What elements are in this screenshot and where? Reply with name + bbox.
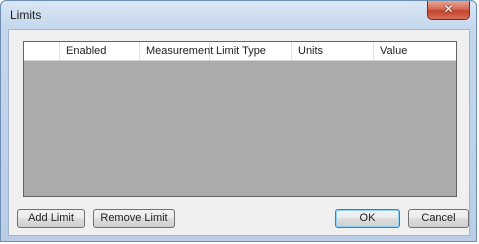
limits-grid[interactable]: Enabled Measurement Limit Type Units Val… bbox=[23, 41, 457, 197]
dialog-body: Enabled Measurement Limit Type Units Val… bbox=[8, 29, 470, 236]
column-header-enabled[interactable]: Enabled bbox=[60, 42, 140, 60]
row-header-column[interactable] bbox=[24, 42, 60, 60]
add-limit-button[interactable]: Add Limit bbox=[17, 209, 85, 228]
ok-button[interactable]: OK bbox=[335, 209, 400, 228]
remove-limit-button[interactable]: Remove Limit bbox=[93, 209, 175, 228]
column-header-limit-type[interactable]: Limit Type bbox=[210, 42, 292, 60]
column-header-units[interactable]: Units bbox=[292, 42, 374, 60]
title-bar[interactable]: Limits ✕ bbox=[1, 1, 476, 29]
cancel-button[interactable]: Cancel bbox=[408, 209, 469, 228]
dialog-title: Limits bbox=[10, 8, 42, 22]
limits-dialog: Limits ✕ Enabled Measurement Limit Type … bbox=[0, 0, 477, 242]
close-button[interactable]: ✕ bbox=[427, 1, 470, 20]
column-header-value[interactable]: Value bbox=[374, 42, 456, 60]
close-icon: ✕ bbox=[443, 2, 454, 16]
grid-header: Enabled Measurement Limit Type Units Val… bbox=[24, 42, 456, 61]
column-header-measurement[interactable]: Measurement bbox=[140, 42, 213, 60]
